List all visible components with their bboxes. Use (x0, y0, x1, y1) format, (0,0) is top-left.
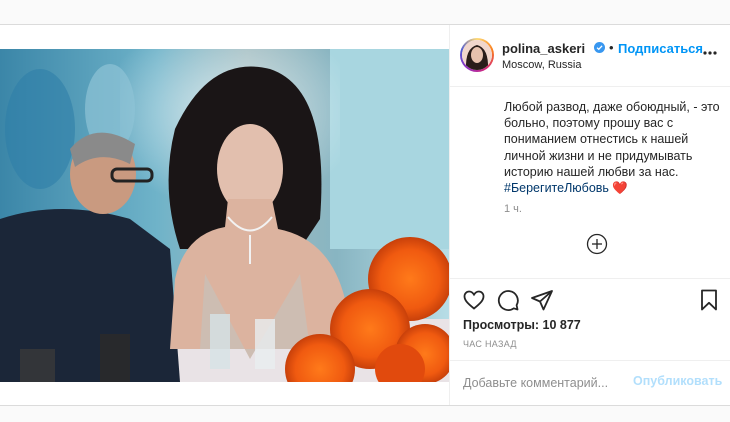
views-label: Просмотры: (463, 318, 540, 332)
avatar[interactable] (460, 38, 494, 72)
views-number: 10 877 (542, 318, 581, 332)
post-caption: Любой развод, даже обоюдный, - это больн… (504, 99, 724, 196)
username[interactable]: polina_askeri (502, 41, 585, 56)
post-photo[interactable] (0, 49, 449, 382)
post-timestamp[interactable]: ЧАС НАЗАД (463, 339, 517, 349)
comment-bubble-icon[interactable] (496, 288, 520, 312)
avatar-image (462, 40, 492, 70)
views-count[interactable]: Просмотры: 10 877 (463, 318, 581, 332)
add-comment-circle-icon[interactable] (586, 233, 608, 255)
verified-badge-icon (594, 42, 605, 53)
heart-emoji: ❤️ (612, 181, 628, 196)
publish-button[interactable]: Опубликовать (633, 374, 722, 388)
paper-plane-icon[interactable] (530, 288, 554, 312)
post-header: polina_askeri • Подписаться Moscow, Russ… (450, 25, 730, 87)
hashtag-link[interactable]: #БерегитеЛюбовь (504, 181, 609, 195)
heart-outline-icon[interactable] (462, 288, 486, 312)
more-options-icon[interactable] (700, 45, 720, 61)
separator-dot: • (609, 40, 614, 55)
follow-button[interactable]: Подписаться (618, 41, 703, 56)
caption-text: Любой развод, даже обоюдный, - это больн… (504, 100, 720, 179)
caption-timestamp[interactable]: 1 ч. (504, 203, 522, 215)
location-link[interactable]: Moscow, Russia (502, 59, 581, 71)
instagram-post: polina_askeri • Подписаться Moscow, Russ… (0, 24, 730, 406)
comment-input[interactable] (463, 374, 623, 392)
actions-divider (450, 278, 730, 279)
comment-bar: Опубликовать (450, 360, 730, 407)
bookmark-icon[interactable] (697, 288, 721, 312)
post-sidebar: polina_askeri • Подписаться Moscow, Russ… (449, 25, 730, 405)
